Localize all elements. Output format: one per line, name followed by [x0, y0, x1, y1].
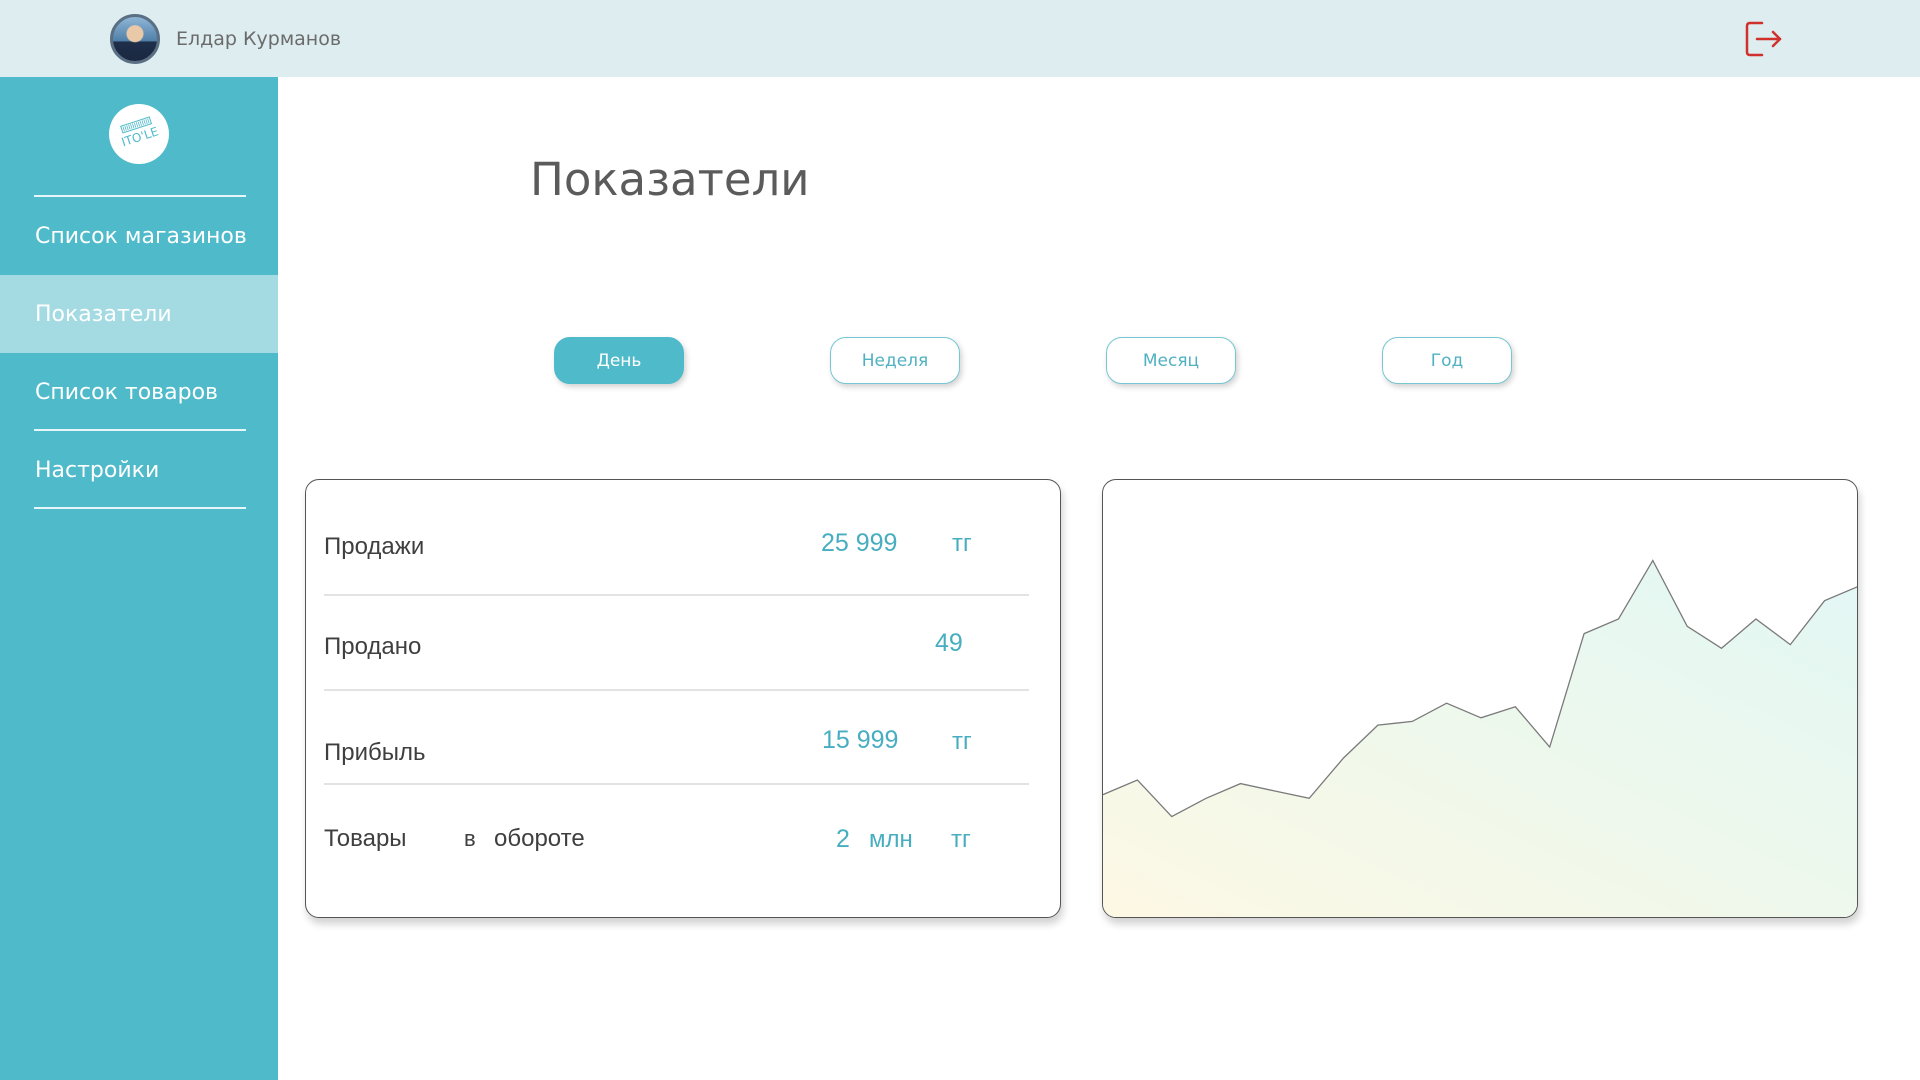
sidebar-item-stores[interactable]: Список магазинов: [0, 197, 278, 275]
stats-card: Продажи 25 999 тг Продано 49 Прибыль 15 …: [305, 479, 1061, 918]
brand-logo[interactable]: ITO'LE: [109, 104, 169, 164]
sidebar-divider: [34, 507, 246, 509]
turnover-label-in: в: [464, 826, 476, 851]
logo-mark: ITO'LE: [120, 116, 160, 149]
turnover-label-circulation: обороте: [494, 825, 585, 852]
sales-chart: [1102, 479, 1858, 918]
turnover-label: Товары: [324, 825, 407, 852]
profit-unit: тг: [952, 728, 972, 755]
sold-value: 49: [935, 629, 963, 657]
sidebar: ITO'LE Список магазинов Показатели Списо…: [0, 77, 278, 1080]
profit-value: 15 999: [822, 726, 899, 754]
row-divider: [324, 783, 1029, 785]
period-day-button[interactable]: День: [554, 337, 684, 384]
sidebar-item-label: Показатели: [35, 301, 172, 327]
logout-icon[interactable]: [1744, 19, 1784, 59]
sidebar-item-settings[interactable]: Настройки: [0, 431, 278, 509]
page-title: Показатели: [530, 153, 810, 206]
turnover-value: 2: [836, 825, 850, 853]
sidebar-item-label: Список магазинов: [35, 223, 247, 249]
sidebar-item-label: Настройки: [35, 457, 160, 483]
sidebar-item-indicators[interactable]: Показатели: [0, 275, 278, 353]
period-month-button[interactable]: Месяц: [1106, 337, 1236, 384]
sales-label: Продажи: [324, 533, 425, 560]
user-name: Елдар Курманов: [176, 28, 342, 50]
sales-unit: тг: [952, 530, 972, 557]
sales-value: 25 999: [821, 529, 898, 557]
period-year-button[interactable]: Год: [1382, 337, 1512, 384]
turnover-unit: тг: [951, 826, 971, 853]
period-week-button[interactable]: Неделя: [830, 337, 960, 384]
top-bar: Елдар Курманов: [0, 0, 1920, 77]
row-divider: [324, 689, 1029, 691]
chart-area: [1103, 560, 1857, 917]
profit-label: Прибыль: [324, 739, 426, 766]
sold-label: Продано: [324, 633, 422, 660]
sidebar-item-products[interactable]: Список товаров: [0, 353, 278, 431]
row-divider: [324, 594, 1029, 596]
avatar[interactable]: [110, 14, 160, 64]
turnover-value-unit: млн: [869, 826, 913, 853]
sidebar-item-label: Список товаров: [35, 379, 218, 405]
chart-svg: [1103, 559, 1857, 917]
